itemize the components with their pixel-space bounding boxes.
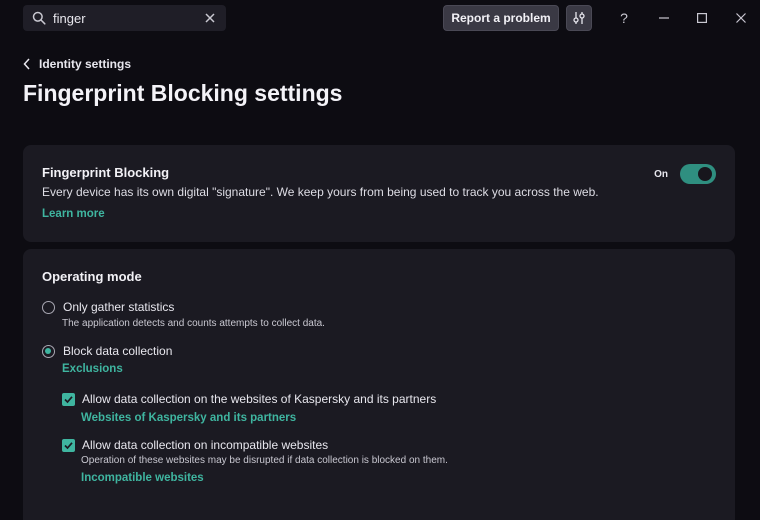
radio-only-gather-statistics[interactable]: Only gather statistics <box>42 300 174 314</box>
checkbox-checked-icon <box>62 438 75 452</box>
back-link-label: Identity settings <box>39 57 132 71</box>
gather-statistics-description: The application detects and counts attem… <box>62 318 325 329</box>
fingerprint-blocking-title: Fingerprint Blocking <box>42 165 170 180</box>
report-problem-button[interactable]: Report a problem <box>443 5 559 31</box>
checkbox-label: Allow data collection on the websites of… <box>82 392 437 406</box>
fingerprint-toggle-group: On <box>654 164 716 184</box>
fingerprint-blocking-toggle[interactable] <box>680 164 716 184</box>
clear-search-icon[interactable] <box>202 10 218 26</box>
incompatible-websites-link[interactable]: Incompatible websites <box>81 472 204 484</box>
learn-more-link[interactable]: Learn more <box>42 208 105 220</box>
operating-mode-card: Operating mode Only gather statistics Th… <box>23 249 735 520</box>
toggle-knob <box>698 167 712 181</box>
search-input[interactable] <box>53 10 193 26</box>
fingerprint-blocking-card: Fingerprint Blocking Every device has it… <box>23 145 735 242</box>
search-icon <box>31 10 47 26</box>
exclusions-link[interactable]: Exclusions <box>62 363 123 375</box>
search-box[interactable] <box>23 5 226 31</box>
kaspersky-partners-websites-link[interactable]: Websites of Kaspersky and its partners <box>81 412 296 424</box>
toggle-state-label: On <box>654 168 668 180</box>
sliders-icon <box>573 12 585 24</box>
help-icon: ? <box>620 10 628 26</box>
page-title: Fingerprint Blocking settings <box>23 80 343 106</box>
back-link[interactable]: Identity settings <box>23 57 131 71</box>
maximize-icon <box>697 13 707 23</box>
checkbox-label: Allow data collection on incompatible we… <box>82 438 329 452</box>
radio-unselected-icon <box>42 300 55 314</box>
checkbox-checked-icon <box>62 392 75 406</box>
minimize-icon <box>659 17 669 19</box>
radio-label: Only gather statistics <box>63 300 175 314</box>
checkbox-allow-incompatible-websites[interactable]: Allow data collection on incompatible we… <box>62 438 328 452</box>
incompatible-websites-description: Operation of these websites may be disru… <box>81 455 448 466</box>
radio-block-data-collection[interactable]: Block data collection <box>42 344 172 358</box>
checkbox-allow-kaspersky-partners[interactable]: Allow data collection on the websites of… <box>62 392 436 406</box>
help-button[interactable]: ? <box>612 6 636 30</box>
chevron-left-icon <box>23 58 30 70</box>
fingerprint-blocking-description: Every device has its own digital "signat… <box>42 185 599 199</box>
operating-mode-title: Operating mode <box>42 269 142 284</box>
settings-sliders-button[interactable] <box>566 5 592 31</box>
close-icon <box>736 13 746 23</box>
radio-selected-icon <box>42 344 55 358</box>
close-button[interactable] <box>729 6 753 30</box>
radio-label: Block data collection <box>63 344 173 358</box>
minimize-button[interactable] <box>652 6 676 30</box>
maximize-button[interactable] <box>690 6 714 30</box>
